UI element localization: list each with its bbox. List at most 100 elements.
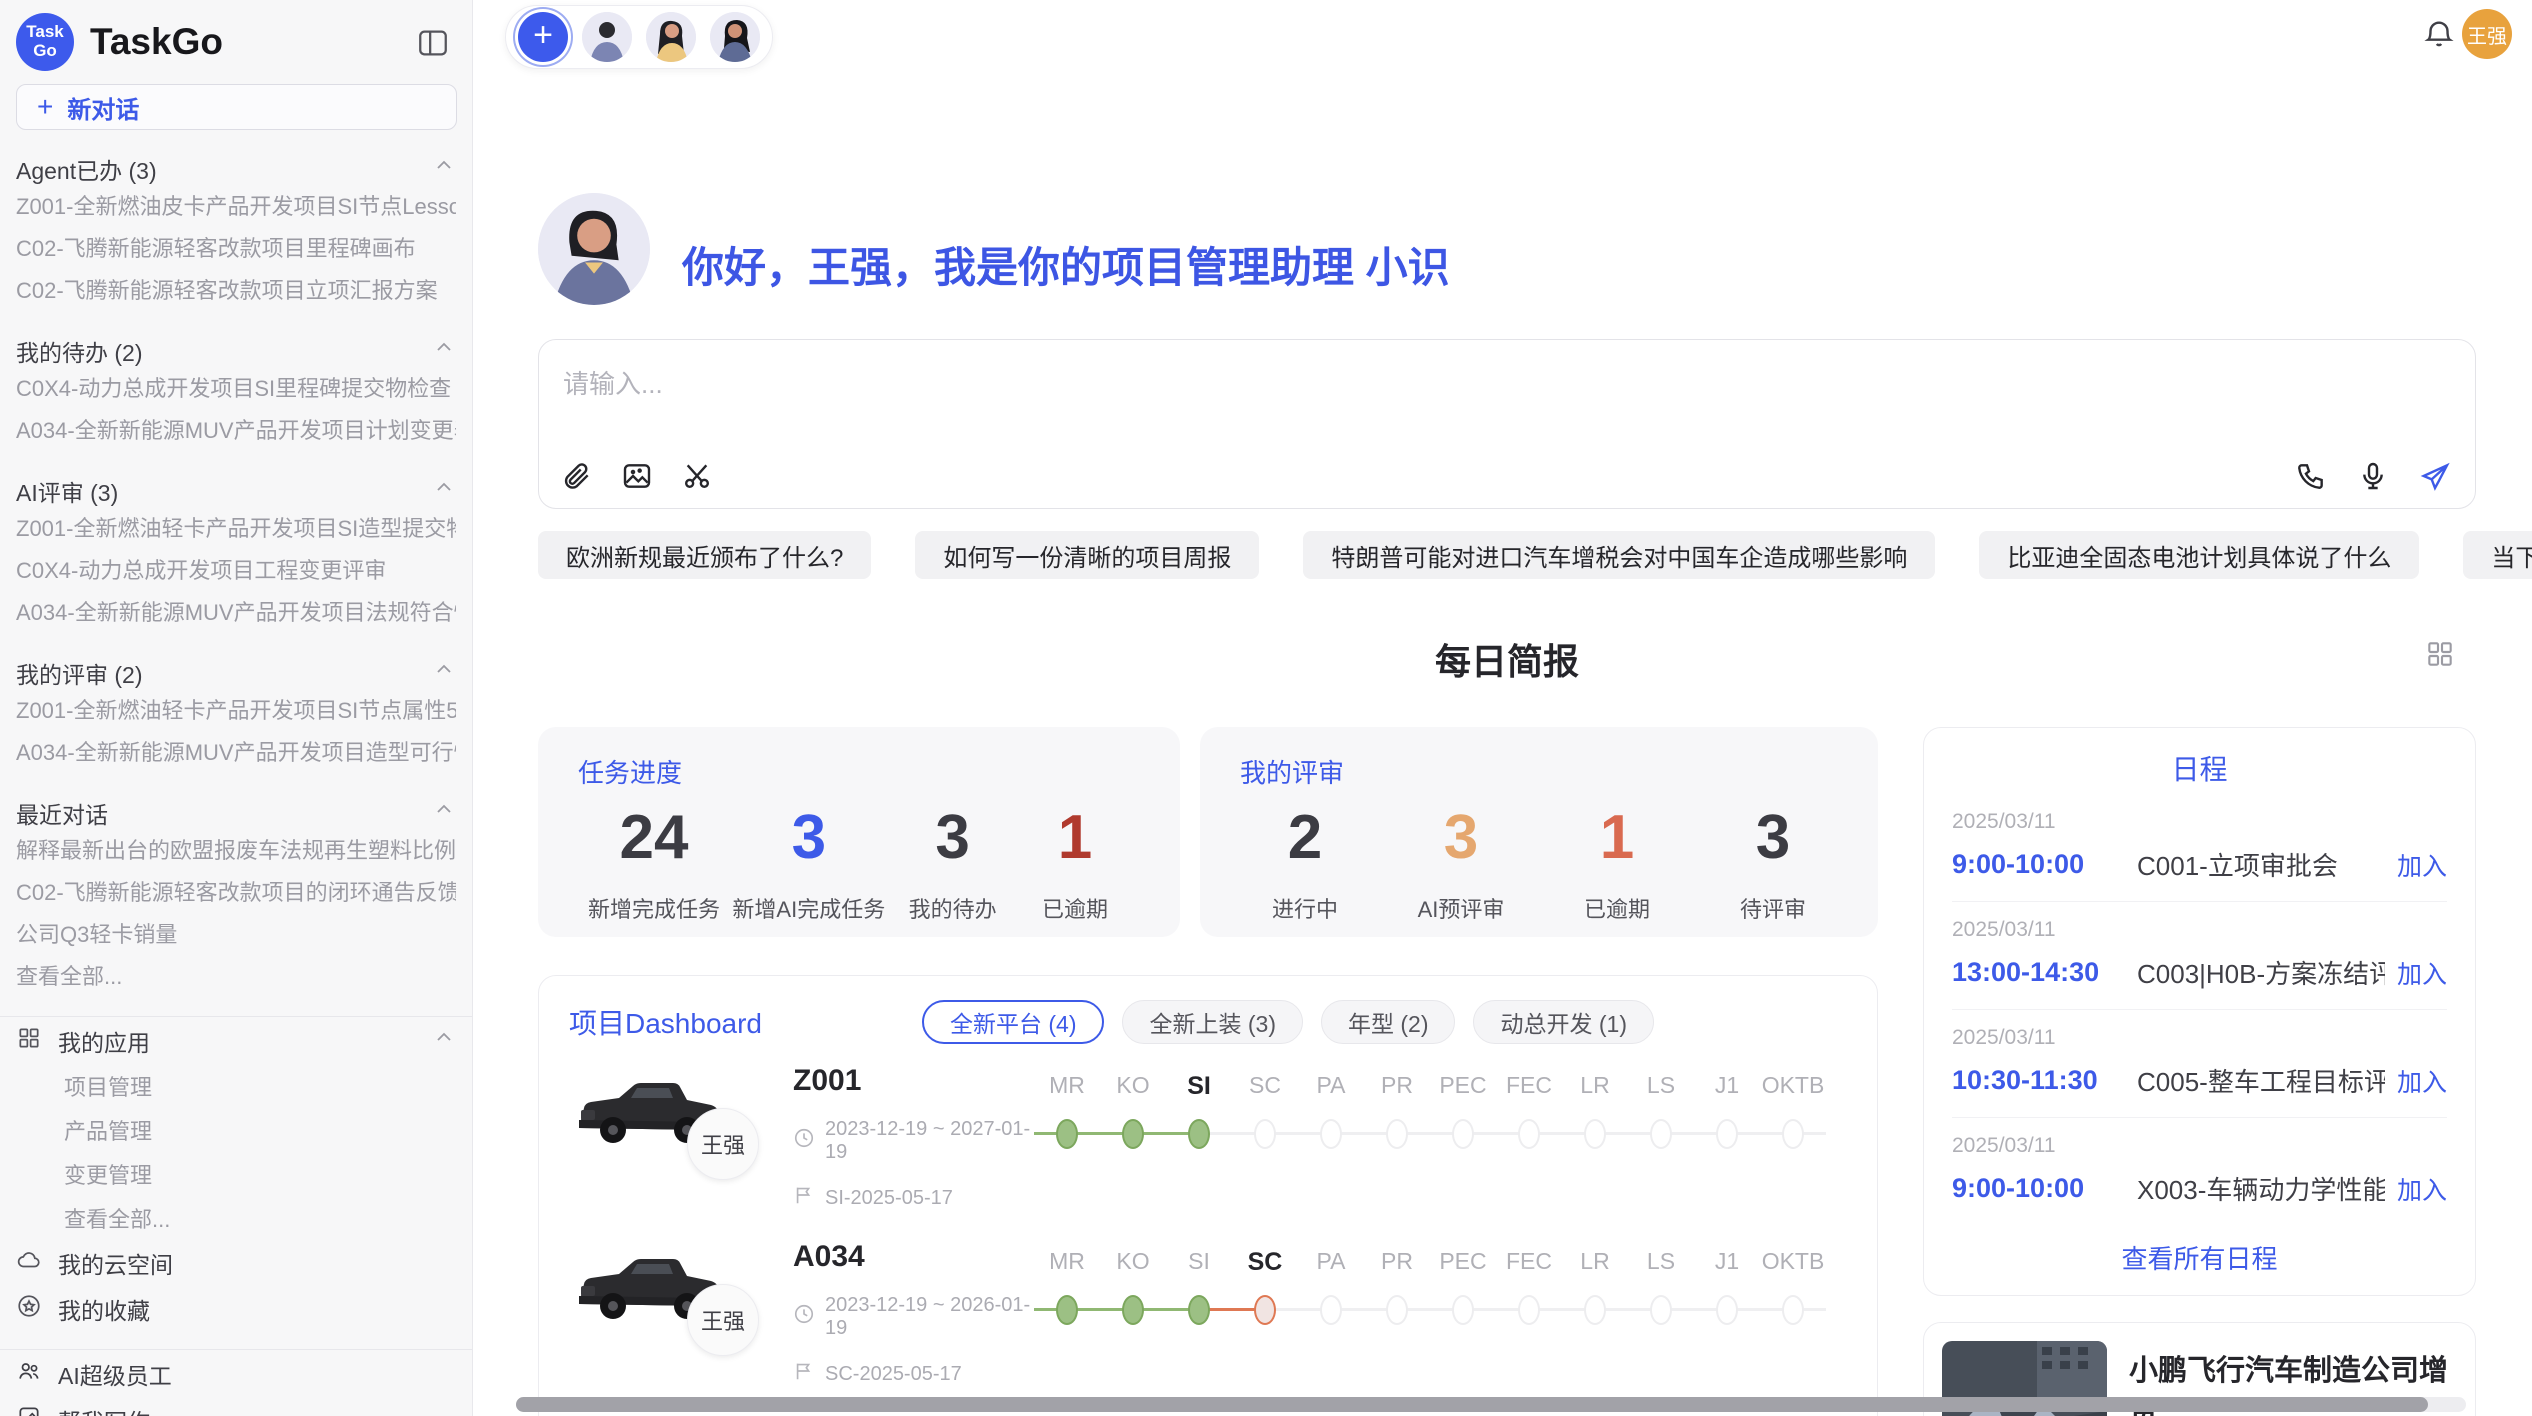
milestone-node[interactable] xyxy=(1122,1295,1144,1325)
sidebar-section-header[interactable]: AI评审 (3) xyxy=(16,474,456,508)
briefing-layout-icon[interactable] xyxy=(2424,638,2456,670)
milestone-node[interactable] xyxy=(1716,1119,1738,1149)
sidebar-conversation-item[interactable]: C02-飞腾新能源轻客改款项目的闭环通告反馈情况 xyxy=(16,872,456,914)
project-rows: 王强Z0012023-12-19 ~ 2027-01-19SI-2025-05-… xyxy=(569,1062,1847,1416)
sidebar-app-item[interactable]: 项目管理 xyxy=(16,1065,456,1107)
sidebar-conversation-item[interactable]: 解释最新出台的欧盟报废车法规再生塑料比例被调至15%... xyxy=(16,830,456,872)
milestone-node[interactable] xyxy=(1056,1119,1078,1149)
send-icon[interactable] xyxy=(2419,460,2451,492)
sidebar-item-cloud[interactable]: 我的云空间 xyxy=(16,1241,456,1285)
dashboard-tab[interactable]: 全新平台 (4) xyxy=(922,1000,1105,1044)
chevron-up-icon[interactable] xyxy=(432,476,456,506)
sidebar-tool-label: AI超级员工 xyxy=(58,1357,172,1391)
phone-icon[interactable] xyxy=(2295,460,2327,492)
sidebar-conversation-item[interactable]: Z001-全新燃油轻卡产品开发项目SI节点属性5D文件评审 xyxy=(16,690,456,732)
suggestion-chip[interactable]: 欧洲新规最近颁布了什么? xyxy=(538,531,871,579)
agent-avatar-2[interactable] xyxy=(646,12,696,62)
sidebar-app-item[interactable]: 变更管理 xyxy=(16,1153,456,1195)
notifications-bell-icon[interactable] xyxy=(2422,17,2456,51)
milestone-node[interactable] xyxy=(1518,1119,1540,1149)
microphone-icon[interactable] xyxy=(2357,460,2389,492)
sidebar-conversation-item[interactable]: A034-全新新能源MUV产品开发项目计划变更表编写 xyxy=(16,410,456,452)
project-name[interactable]: A034 xyxy=(793,1240,1034,1274)
sidebar-item-my-apps[interactable]: 我的应用 xyxy=(16,1019,456,1063)
milestone-node[interactable] xyxy=(1254,1119,1276,1149)
sidebar-section-header[interactable]: 我的评审 (2) xyxy=(16,656,456,690)
sidebar-conversation-item[interactable]: 公司Q3轻卡销量 xyxy=(16,914,456,956)
suggestion-chip[interactable]: 特朗普可能对进口汽车增税会对中国车企造成哪些影响 xyxy=(1303,531,1935,579)
milestone-node[interactable] xyxy=(1782,1119,1804,1149)
sidebar-app-item[interactable]: 产品管理 xyxy=(16,1109,456,1151)
sidebar-section-header[interactable]: 最近对话 xyxy=(16,796,456,830)
milestone-node[interactable] xyxy=(1122,1119,1144,1149)
sidebar-conversation-item[interactable]: Z001-全新燃油皮卡产品开发项目SI节点Lesson Learn报告 xyxy=(16,186,456,228)
milestone-node[interactable] xyxy=(1584,1119,1606,1149)
scissors-icon[interactable] xyxy=(681,460,713,492)
milestone-node[interactable] xyxy=(1056,1295,1078,1325)
milestone-node[interactable] xyxy=(1320,1295,1342,1325)
milestone-node[interactable] xyxy=(1650,1295,1672,1325)
agent-avatar-3[interactable] xyxy=(710,12,760,62)
sidebar-tool-write[interactable]: 帮我写作 xyxy=(16,1398,456,1416)
join-meeting-link[interactable]: 加入 xyxy=(2397,1063,2447,1099)
dashboard-tab[interactable]: 全新上装 (3) xyxy=(1122,1000,1303,1044)
milestone-node[interactable] xyxy=(1716,1295,1738,1325)
user-avatar[interactable]: 王强 xyxy=(2462,9,2512,59)
suggestion-chip[interactable]: 比亚迪全固态电池计划具体说了什么 xyxy=(1979,531,2419,579)
suggestion-chip[interactable]: 当下年轻人对汽车外观有怎样的喜好趋势 xyxy=(2463,531,2532,579)
project-info: Z0012023-12-19 ~ 2027-01-19SI-2025-05-17 xyxy=(769,1062,1034,1220)
horizontal-scrollbar-thumb[interactable] xyxy=(516,1397,2428,1412)
stat-label: 已逾期 xyxy=(1020,892,1130,924)
sidebar-collapse-icon[interactable] xyxy=(416,26,450,60)
dashboard-header: 项目Dashboard 全新平台 (4)全新上装 (3)年型 (2)动总开发 (… xyxy=(569,1000,1847,1044)
milestone-node[interactable] xyxy=(1650,1119,1672,1149)
logo-line2: Go xyxy=(33,42,57,61)
sidebar-item-star[interactable]: 我的收藏 xyxy=(16,1287,456,1331)
sidebar-section-header[interactable]: 我的待办 (2) xyxy=(16,334,456,368)
view-all-schedule-link[interactable]: 查看所有日程 xyxy=(1952,1225,2447,1290)
my-review-card: 我的评审2进行中3AI预评审1已逾期3待评审 xyxy=(1200,727,1878,937)
image-icon[interactable] xyxy=(621,460,653,492)
sidebar-conversation-item[interactable]: C0X4-动力总成开发项目SI里程碑提交物检查 xyxy=(16,368,456,410)
agent-avatar-1[interactable] xyxy=(582,12,632,62)
dashboard-tab[interactable]: 动总开发 (1) xyxy=(1473,1000,1654,1044)
milestone-node[interactable] xyxy=(1386,1295,1408,1325)
agent-switcher: + xyxy=(505,5,773,69)
chevron-up-icon[interactable] xyxy=(432,154,456,184)
sidebar-tool-people[interactable]: AI超级员工 xyxy=(16,1352,456,1396)
sidebar-conversation-item[interactable]: 查看全部... xyxy=(16,956,456,998)
sidebar-conversation-item[interactable]: A034-全新新能源MUV产品开发项目法规符合性评审 xyxy=(16,592,456,634)
chevron-up-icon[interactable] xyxy=(432,658,456,688)
milestone-node[interactable] xyxy=(1782,1295,1804,1325)
add-agent-button[interactable]: + xyxy=(518,12,568,62)
new-chat-button[interactable]: + 新对话 xyxy=(16,84,457,130)
milestone-node[interactable] xyxy=(1452,1119,1474,1149)
join-meeting-link[interactable]: 加入 xyxy=(2397,1171,2447,1207)
sidebar-conversation-item[interactable]: C02-飞腾新能源轻客改款项目里程碑画布 xyxy=(16,228,456,270)
chat-input[interactable] xyxy=(539,340,2475,432)
milestone-node[interactable] xyxy=(1584,1295,1606,1325)
attachment-icon[interactable] xyxy=(561,460,593,492)
milestone-node[interactable] xyxy=(1452,1295,1474,1325)
milestone-node[interactable] xyxy=(1254,1295,1276,1325)
sidebar-section-header[interactable]: Agent已办 (3) xyxy=(16,152,456,186)
join-meeting-link[interactable]: 加入 xyxy=(2397,955,2447,991)
suggestion-chip[interactable]: 如何写一份清晰的项目周报 xyxy=(915,531,1259,579)
sidebar-conversation-item[interactable]: C02-飞腾新能源轻客改款项目立项汇报方案 xyxy=(16,270,456,312)
milestone-node[interactable] xyxy=(1188,1119,1210,1149)
chevron-up-icon[interactable] xyxy=(432,798,456,828)
chevron-up-icon[interactable] xyxy=(432,336,456,366)
milestone-node[interactable] xyxy=(1518,1295,1540,1325)
milestone-node[interactable] xyxy=(1386,1119,1408,1149)
sidebar-conversation-item[interactable]: C0X4-动力总成开发项目工程变更评审 xyxy=(16,550,456,592)
chevron-up-icon[interactable] xyxy=(432,1026,456,1056)
sidebar-tool-label: 帮我写作 xyxy=(58,1403,150,1416)
join-meeting-link[interactable]: 加入 xyxy=(2397,847,2447,883)
milestone-node[interactable] xyxy=(1188,1295,1210,1325)
dashboard-tab[interactable]: 年型 (2) xyxy=(1321,1000,1456,1044)
project-name[interactable]: Z001 xyxy=(793,1064,1034,1098)
sidebar-app-item[interactable]: 查看全部... xyxy=(16,1197,456,1239)
sidebar-conversation-item[interactable]: Z001-全新燃油轻卡产品开发项目SI造型提交物评审 xyxy=(16,508,456,550)
milestone-node[interactable] xyxy=(1320,1119,1342,1149)
sidebar-conversation-item[interactable]: A034-全新新能源MUV产品开发项目造型可行性评审 xyxy=(16,732,456,774)
